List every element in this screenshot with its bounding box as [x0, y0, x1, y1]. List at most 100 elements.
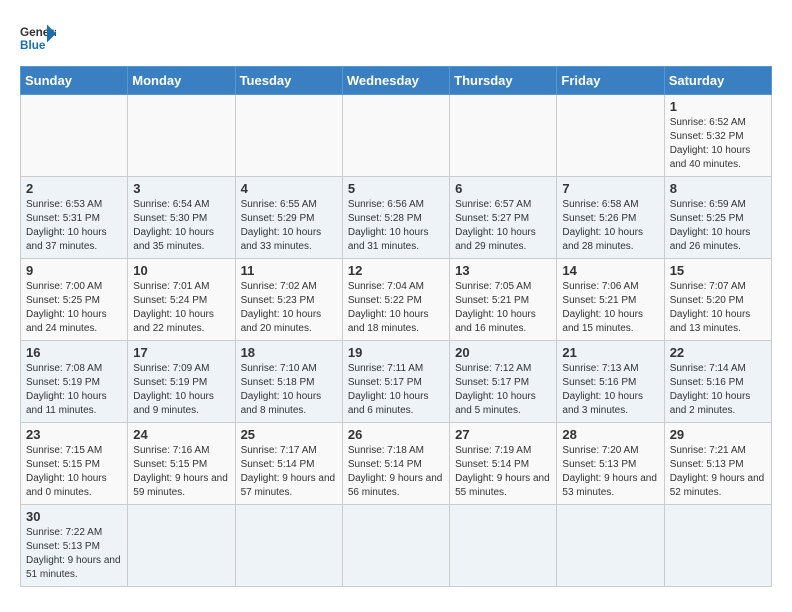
calendar-cell: 3 Sunrise: 6:54 AM Sunset: 5:30 PM Daylig… [128, 177, 235, 259]
day-number: 22 [670, 345, 766, 360]
day-info: Sunrise: 7:19 AM Sunset: 5:14 PM Dayligh… [455, 444, 551, 500]
day-info: Sunrise: 7:15 AM Sunset: 5:15 PM Dayligh… [26, 444, 122, 500]
day-info: Sunrise: 7:06 AM Sunset: 5:21 PM Dayligh… [562, 280, 658, 336]
calendar-cell: 30Sunrise: 7:22 AM Sunset: 5:13 PM Dayli… [21, 505, 128, 587]
calendar-cell: 21 Sunrise: 7:13 AM Sunset: 5:16 PM Dayli… [557, 341, 664, 423]
calendar-week-row: 30Sunrise: 7:22 AM Sunset: 5:13 PM Dayli… [21, 505, 772, 587]
calendar-cell [21, 95, 128, 177]
calendar-table: SundayMondayTuesdayWednesdayThursdayFrid… [20, 66, 772, 587]
logo: General Blue [20, 20, 56, 56]
day-number: 18 [241, 345, 337, 360]
day-info: Sunrise: 7:02 AM Sunset: 5:23 PM Dayligh… [241, 280, 337, 336]
day-number: 15 [670, 263, 766, 278]
page-header: General Blue [20, 20, 772, 56]
calendar-week-row: 1 Sunrise: 6:52 AM Sunset: 5:32 PM Daylig… [21, 95, 772, 177]
day-number: 25 [241, 427, 337, 442]
day-number: 10 [133, 263, 229, 278]
day-info: Sunrise: 7:10 AM Sunset: 5:18 PM Dayligh… [241, 362, 337, 418]
day-info: Sunrise: 6:52 AM Sunset: 5:32 PM Dayligh… [670, 116, 766, 172]
logo-icon: General Blue [20, 20, 56, 56]
calendar-cell [235, 505, 342, 587]
calendar-cell: 22Sunrise: 7:14 AM Sunset: 5:16 PM Dayli… [664, 341, 771, 423]
calendar-week-row: 2 Sunrise: 6:53 AM Sunset: 5:31 PM Daylig… [21, 177, 772, 259]
day-number: 16 [26, 345, 122, 360]
day-info: Sunrise: 6:57 AM Sunset: 5:27 PM Dayligh… [455, 198, 551, 254]
calendar-cell [557, 505, 664, 587]
calendar-cell [342, 505, 449, 587]
day-info: Sunrise: 7:08 AM Sunset: 5:19 PM Dayligh… [26, 362, 122, 418]
calendar-cell: 2 Sunrise: 6:53 AM Sunset: 5:31 PM Daylig… [21, 177, 128, 259]
day-header-wednesday: Wednesday [342, 67, 449, 95]
calendar-cell [128, 95, 235, 177]
calendar-cell [342, 95, 449, 177]
calendar-cell [557, 95, 664, 177]
calendar-cell: 4Sunrise: 6:55 AM Sunset: 5:29 PM Daylig… [235, 177, 342, 259]
day-number: 6 [455, 181, 551, 196]
day-number: 13 [455, 263, 551, 278]
calendar-cell [235, 95, 342, 177]
day-number: 21 [562, 345, 658, 360]
day-number: 27 [455, 427, 551, 442]
calendar-cell [450, 505, 557, 587]
day-number: 12 [348, 263, 444, 278]
day-number: 8 [670, 181, 766, 196]
day-info: Sunrise: 7:11 AM Sunset: 5:17 PM Dayligh… [348, 362, 444, 418]
day-info: Sunrise: 7:21 AM Sunset: 5:13 PM Dayligh… [670, 444, 766, 500]
day-info: Sunrise: 7:20 AM Sunset: 5:13 PM Dayligh… [562, 444, 658, 500]
calendar-cell [128, 505, 235, 587]
day-number: 17 [133, 345, 229, 360]
day-number: 14 [562, 263, 658, 278]
calendar-cell: 20Sunrise: 7:12 AM Sunset: 5:17 PM Dayli… [450, 341, 557, 423]
calendar-cell [450, 95, 557, 177]
day-info: Sunrise: 6:58 AM Sunset: 5:26 PM Dayligh… [562, 198, 658, 254]
calendar-cell: 28Sunrise: 7:20 AM Sunset: 5:13 PM Dayli… [557, 423, 664, 505]
day-number: 23 [26, 427, 122, 442]
day-info: Sunrise: 7:18 AM Sunset: 5:14 PM Dayligh… [348, 444, 444, 500]
day-number: 30 [26, 509, 122, 524]
calendar-cell: 24Sunrise: 7:16 AM Sunset: 5:15 PM Dayli… [128, 423, 235, 505]
calendar-cell: 18 Sunrise: 7:10 AM Sunset: 5:18 PM Dayli… [235, 341, 342, 423]
day-number: 19 [348, 345, 444, 360]
calendar-cell: 25 Sunrise: 7:17 AM Sunset: 5:14 PM Dayli… [235, 423, 342, 505]
day-info: Sunrise: 7:09 AM Sunset: 5:19 PM Dayligh… [133, 362, 229, 418]
day-info: Sunrise: 6:54 AM Sunset: 5:30 PM Dayligh… [133, 198, 229, 254]
calendar-week-row: 23 Sunrise: 7:15 AM Sunset: 5:15 PM Dayli… [21, 423, 772, 505]
day-info: Sunrise: 6:53 AM Sunset: 5:31 PM Dayligh… [26, 198, 122, 254]
calendar-cell: 29 Sunrise: 7:21 AM Sunset: 5:13 PM Dayli… [664, 423, 771, 505]
day-header-saturday: Saturday [664, 67, 771, 95]
day-number: 9 [26, 263, 122, 278]
day-header-tuesday: Tuesday [235, 67, 342, 95]
calendar-week-row: 16 Sunrise: 7:08 AM Sunset: 5:19 PM Dayli… [21, 341, 772, 423]
calendar-week-row: 9 Sunrise: 7:00 AM Sunset: 5:25 PM Daylig… [21, 259, 772, 341]
day-number: 2 [26, 181, 122, 196]
day-info: Sunrise: 6:55 AM Sunset: 5:29 PM Dayligh… [241, 198, 337, 254]
day-number: 24 [133, 427, 229, 442]
calendar-cell: 26Sunrise: 7:18 AM Sunset: 5:14 PM Dayli… [342, 423, 449, 505]
calendar-cell: 11 Sunrise: 7:02 AM Sunset: 5:23 PM Dayli… [235, 259, 342, 341]
calendar-cell: 7 Sunrise: 6:58 AM Sunset: 5:26 PM Daylig… [557, 177, 664, 259]
svg-text:Blue: Blue [20, 39, 46, 52]
calendar-cell: 6 Sunrise: 6:57 AM Sunset: 5:27 PM Daylig… [450, 177, 557, 259]
day-header-friday: Friday [557, 67, 664, 95]
day-info: Sunrise: 7:13 AM Sunset: 5:16 PM Dayligh… [562, 362, 658, 418]
calendar-cell: 12Sunrise: 7:04 AM Sunset: 5:22 PM Dayli… [342, 259, 449, 341]
calendar-cell: 23 Sunrise: 7:15 AM Sunset: 5:15 PM Dayli… [21, 423, 128, 505]
day-info: Sunrise: 7:01 AM Sunset: 5:24 PM Dayligh… [133, 280, 229, 336]
day-number: 11 [241, 263, 337, 278]
day-info: Sunrise: 7:07 AM Sunset: 5:20 PM Dayligh… [670, 280, 766, 336]
calendar-cell [664, 505, 771, 587]
day-number: 29 [670, 427, 766, 442]
calendar-cell: 5 Sunrise: 6:56 AM Sunset: 5:28 PM Daylig… [342, 177, 449, 259]
calendar-cell: 19 Sunrise: 7:11 AM Sunset: 5:17 PM Dayli… [342, 341, 449, 423]
day-header-thursday: Thursday [450, 67, 557, 95]
day-number: 5 [348, 181, 444, 196]
day-info: Sunrise: 7:17 AM Sunset: 5:14 PM Dayligh… [241, 444, 337, 500]
day-header-monday: Monday [128, 67, 235, 95]
day-number: 7 [562, 181, 658, 196]
day-header-sunday: Sunday [21, 67, 128, 95]
day-number: 1 [670, 99, 766, 114]
day-info: Sunrise: 6:56 AM Sunset: 5:28 PM Dayligh… [348, 198, 444, 254]
day-info: Sunrise: 7:00 AM Sunset: 5:25 PM Dayligh… [26, 280, 122, 336]
day-info: Sunrise: 7:12 AM Sunset: 5:17 PM Dayligh… [455, 362, 551, 418]
day-number: 3 [133, 181, 229, 196]
